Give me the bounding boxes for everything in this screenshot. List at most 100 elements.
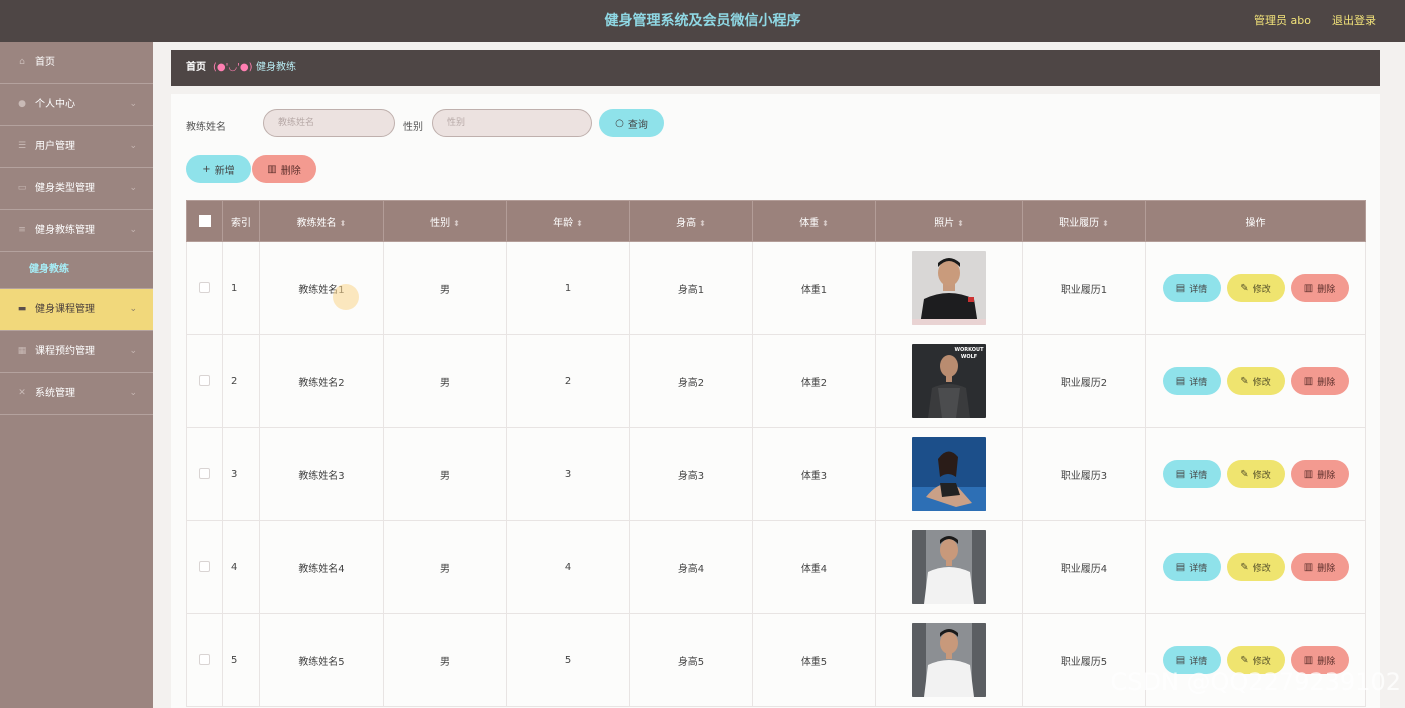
sidebar-item-home[interactable]: ⌂ 首页 xyxy=(0,42,153,84)
row-actions: ▤ 详情 ✎ 修改 ▥ 删除 xyxy=(1145,427,1366,521)
edit-button[interactable]: ✎ 修改 xyxy=(1226,367,1285,395)
pencil-icon: ✎ xyxy=(1240,468,1249,480)
sidebar-item-courses[interactable]: ▬ 健身课程管理 ⌄ xyxy=(0,289,153,331)
edit-button[interactable]: ✎ 修改 xyxy=(1226,460,1285,488)
detail-label: 详情 xyxy=(1189,656,1208,667)
sort-icon[interactable]: ⬍ xyxy=(699,219,706,228)
coach-photo[interactable] xyxy=(912,623,986,697)
breadcrumb-home[interactable]: 首页 xyxy=(186,50,206,86)
row-photo-cell: WORKOUT WOLF xyxy=(875,334,1023,428)
add-button[interactable]: + 新增 xyxy=(186,155,251,183)
detail-button[interactable]: ▤ 详情 xyxy=(1162,460,1221,488)
coach-photo[interactable] xyxy=(912,437,986,511)
document-icon: ▤ xyxy=(1175,282,1186,294)
delete-button[interactable]: ▥ 删除 xyxy=(1290,553,1349,581)
gender-input[interactable] xyxy=(432,109,592,137)
detail-label: 详情 xyxy=(1189,563,1208,574)
col-height[interactable]: 身高 ⬍ xyxy=(629,200,753,242)
row-weight: 体重2 xyxy=(752,334,876,428)
chevron-down-icon: ⌄ xyxy=(129,141,137,151)
sidebar-item-bookings[interactable]: ▦ 课程预约管理 ⌄ xyxy=(0,331,153,373)
trash-icon: ▥ xyxy=(1303,375,1314,387)
row-index: 5 xyxy=(222,613,260,707)
card-icon: ▭ xyxy=(17,183,27,193)
col-career[interactable]: 职业履历 ⬍ xyxy=(1022,200,1146,242)
coach-name-input[interactable] xyxy=(263,109,395,137)
row-checkbox[interactable] xyxy=(199,561,210,573)
sidebar-item-fitness-types[interactable]: ▭ 健身类型管理 ⌄ xyxy=(0,168,153,210)
page-scrollbar[interactable] xyxy=(1393,42,1405,708)
sort-icon[interactable]: ⬍ xyxy=(340,219,347,228)
row-checkbox[interactable] xyxy=(199,468,210,480)
edit-label: 修改 xyxy=(1252,563,1271,574)
delete-button[interactable]: ▥ 删除 xyxy=(1290,274,1349,302)
search-icon: ○ xyxy=(615,117,624,129)
col-photo[interactable]: 照片 ⬍ xyxy=(875,200,1023,242)
row-checkbox[interactable] xyxy=(199,282,210,294)
sidebar-item-label: 用户管理 xyxy=(35,141,75,152)
sidebar-item-system[interactable]: ✕ 系统管理 ⌄ xyxy=(0,373,153,415)
col-height-label: 身高 xyxy=(676,217,697,229)
sort-icon[interactable]: ⬍ xyxy=(576,219,583,228)
sort-icon[interactable]: ⬍ xyxy=(957,219,964,228)
sidebar-subitem-coach[interactable]: 健身教练 xyxy=(0,252,153,289)
row-name: 教练姓名5 xyxy=(259,613,384,707)
breadcrumb-separator: (●'◡'●) xyxy=(213,62,253,73)
app-title: 健身管理系统及会员微信小程序 xyxy=(604,13,801,29)
edit-button[interactable]: ✎ 修改 xyxy=(1226,553,1285,581)
sort-icon[interactable]: ⬍ xyxy=(453,219,460,228)
query-button[interactable]: ○ 查询 xyxy=(599,109,664,137)
col-gender[interactable]: 性别 ⬍ xyxy=(383,200,507,242)
admin-name: 管理员 abo xyxy=(1254,14,1311,27)
sidebar-item-profile[interactable]: ● 个人中心 ⌄ xyxy=(0,84,153,126)
row-height: 身高1 xyxy=(629,241,753,335)
row-height: 身高3 xyxy=(629,427,753,521)
batch-delete-button[interactable]: ▥ 删除 xyxy=(252,155,316,183)
row-gender: 男 xyxy=(383,427,507,521)
sidebar-item-coaches[interactable]: ≡ 健身教练管理 ⌄ xyxy=(0,210,153,252)
row-checkbox[interactable] xyxy=(199,375,210,387)
row-select-cell xyxy=(186,520,223,614)
coach-photo[interactable]: WORKOUT WOLF xyxy=(912,344,986,418)
row-age: 3 xyxy=(506,427,630,521)
coach-photo[interactable] xyxy=(912,251,986,325)
table-header-row: 索引 教练姓名 ⬍ 性别 ⬍ 年龄 ⬍ 身高 ⬍ 体重 ⬍ 照片 ⬍ 职业履历 ⬍ 操作 xyxy=(186,200,1366,242)
trash-icon: ▥ xyxy=(1303,654,1314,666)
col-name[interactable]: 教练姓名 ⬍ xyxy=(259,200,384,242)
coach-photo[interactable] xyxy=(912,530,986,604)
delete-label: 删除 xyxy=(280,165,301,177)
sidebar: ⌂ 首页 ● 个人中心 ⌄ ☰ 用户管理 ⌄ ▭ 健身类型管理 ⌄ ≡ 健身教练… xyxy=(0,42,153,708)
delete-button[interactable]: ▥ 删除 xyxy=(1290,367,1349,395)
detail-button[interactable]: ▤ 详情 xyxy=(1162,553,1221,581)
select-all-checkbox[interactable] xyxy=(198,215,211,227)
logout-link[interactable]: 退出登录 xyxy=(1332,0,1376,42)
row-checkbox[interactable] xyxy=(199,654,210,666)
trash-icon: ▥ xyxy=(1303,468,1314,480)
col-weight[interactable]: 体重 ⬍ xyxy=(752,200,876,242)
sort-icon[interactable]: ⬍ xyxy=(1102,219,1109,228)
delete-button[interactable]: ▥ 删除 xyxy=(1290,460,1349,488)
detail-label: 详情 xyxy=(1189,470,1208,481)
detail-button[interactable]: ▤ 详情 xyxy=(1162,367,1221,395)
trash-icon: ▥ xyxy=(1303,282,1314,294)
sidebar-item-label: 个人中心 xyxy=(35,99,75,110)
sidebar-item-label: 健身教练管理 xyxy=(35,225,95,236)
pencil-icon: ✎ xyxy=(1240,375,1249,387)
detail-button[interactable]: ▤ 详情 xyxy=(1162,274,1221,302)
row-weight: 体重1 xyxy=(752,241,876,335)
col-actions: 操作 xyxy=(1145,200,1366,242)
trash-icon: ▥ xyxy=(1303,561,1314,573)
row-gender: 男 xyxy=(383,613,507,707)
gender-label: 性别 xyxy=(403,122,423,133)
sort-icon[interactable]: ⬍ xyxy=(822,219,829,228)
row-age: 1 xyxy=(506,241,630,335)
table-row: 1 教练姓名1 男 1 身高1 体重1 职业履历1 ▤ 详情 ✎ 修改 ▥ 删除 xyxy=(186,241,1366,335)
document-icon: ▤ xyxy=(1175,375,1186,387)
row-weight: 体重5 xyxy=(752,613,876,707)
col-age[interactable]: 年龄 ⬍ xyxy=(506,200,630,242)
sidebar-item-users[interactable]: ☰ 用户管理 ⌄ xyxy=(0,126,153,168)
row-actions: ▤ 详情 ✎ 修改 ▥ 删除 xyxy=(1145,520,1366,614)
edit-button[interactable]: ✎ 修改 xyxy=(1226,274,1285,302)
sidebar-item-label: 课程预约管理 xyxy=(35,346,95,357)
row-select-cell xyxy=(186,613,223,707)
